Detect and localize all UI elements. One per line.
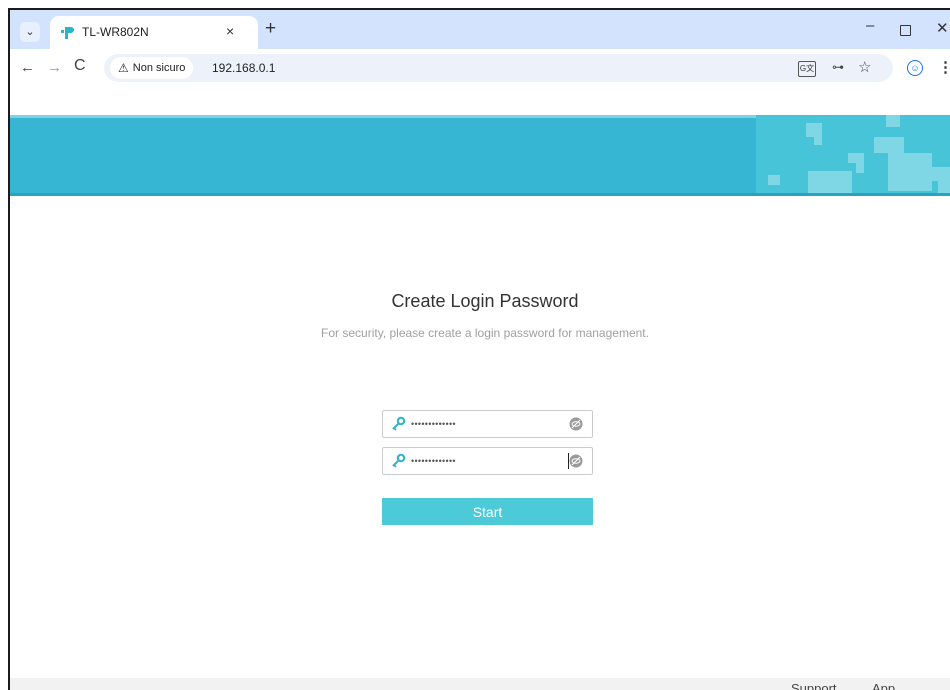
support-link[interactable]: Support — [791, 681, 837, 690]
key-icon[interactable]: ⊶ — [832, 60, 844, 74]
page-footer: Support App — [10, 678, 950, 690]
password-value: ••••••••••••• — [411, 419, 456, 429]
profile-icon[interactable]: ☺ — [907, 60, 923, 76]
start-button[interactable]: Start — [382, 498, 593, 525]
tp-link-favicon — [61, 27, 74, 39]
address-bar[interactable]: ⚠ Non sicuro 192.168.0.1 G文 ⊶ ☆ — [104, 54, 893, 82]
tab-search-button[interactable]: ⌄ — [20, 22, 40, 42]
tab-strip: ⌄ TL-WR802N × + – ✕ — [10, 10, 950, 49]
banner-bottom-strip — [10, 193, 950, 196]
tab-close-icon[interactable]: × — [226, 23, 234, 39]
browser-window: ⌄ TL-WR802N × + – ✕ ← → C ⚠ Non sicuro 1… — [8, 8, 950, 690]
tab-tl-wr802n[interactable]: TL-WR802N × — [50, 16, 258, 49]
security-label: Non sicuro — [132, 62, 186, 74]
page-subtitle: For security, please create a login pass… — [321, 326, 649, 340]
url-text[interactable]: 192.168.0.1 — [212, 61, 275, 75]
confirm-password-value: ••••••••••••• — [411, 456, 456, 466]
eye-off-icon[interactable] — [569, 454, 583, 468]
star-icon[interactable]: ☆ — [858, 58, 871, 76]
header-banner — [10, 115, 950, 196]
back-icon[interactable]: ← — [20, 59, 35, 76]
warning-icon: ⚠ — [118, 61, 129, 75]
tab-title: TL-WR802N — [82, 25, 149, 39]
new-tab-button[interactable]: + — [265, 19, 276, 39]
banner-decoration — [756, 115, 950, 196]
browser-toolbar: ← → C ⚠ Non sicuro 192.168.0.1 G文 ⊶ ☆ ☺ … — [10, 49, 950, 87]
password-key-icon — [392, 453, 406, 468]
password-key-icon — [392, 416, 406, 431]
translate-icon[interactable]: G文 — [798, 61, 816, 77]
menu-icon[interactable]: ⋮ — [938, 58, 950, 76]
minimize-icon[interactable]: – — [866, 17, 874, 34]
maximize-icon[interactable] — [900, 25, 911, 36]
page-title: Create Login Password — [391, 291, 579, 311]
forward-icon[interactable]: → — [47, 59, 62, 76]
app-link[interactable]: App — [872, 681, 895, 690]
confirm-password-field[interactable]: ••••••••••••• — [382, 447, 593, 475]
reload-icon[interactable]: C — [74, 57, 86, 75]
eye-off-icon[interactable] — [569, 417, 583, 431]
password-field[interactable]: ••••••••••••• — [382, 410, 593, 438]
window-close-icon[interactable]: ✕ — [936, 19, 949, 37]
router-login-page: Create Login Password For security, plea… — [10, 87, 950, 690]
security-chip[interactable]: ⚠ Non sicuro — [110, 57, 194, 79]
